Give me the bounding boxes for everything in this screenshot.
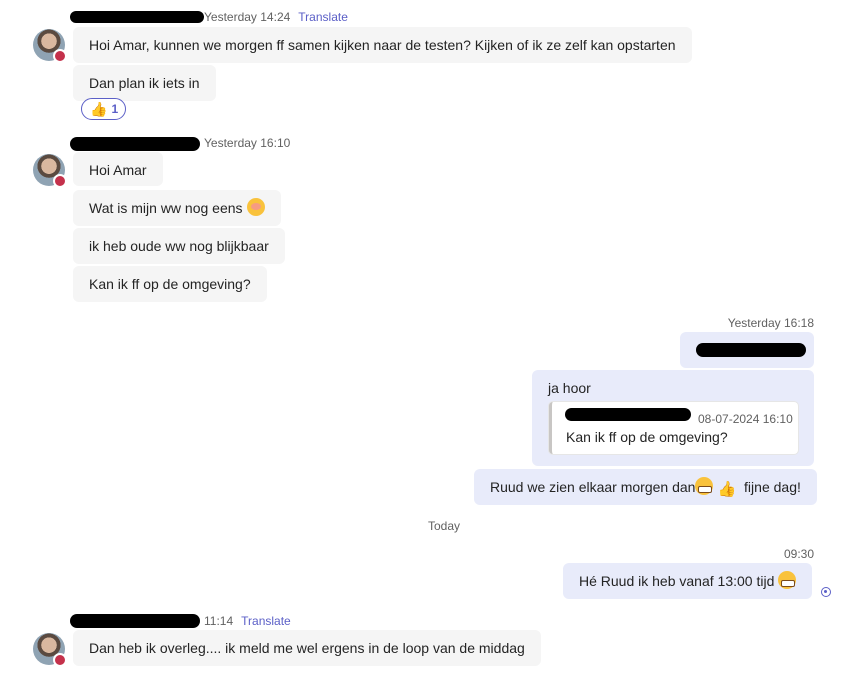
quote-text: Kan ik ff op de omgeving? [566,429,728,445]
thumbs-up-emoji-icon: 👍 [717,481,737,498]
presence-busy-icon [53,49,67,63]
message-bubble[interactable]: Hoi Amar [73,152,163,186]
thumbs-up-icon: 👍 [90,100,108,117]
translate-link[interactable]: Translate [298,10,348,24]
quote-timestamp: 08-07-2024 16:10 [698,412,793,426]
flushed-face-emoji-icon [246,198,265,216]
message-timestamp: Yesterday 16:10 [204,136,291,150]
message-bubble[interactable]: Wat is mijn ww nog eens [73,190,281,226]
message-bubble[interactable]: ik heb oude ww nog blijkbaar [73,228,285,264]
translate-link[interactable]: Translate [241,614,291,628]
grinning-face-emoji-icon [695,477,714,495]
avatar[interactable] [33,154,67,188]
avatar[interactable] [33,633,67,667]
message-timestamp: Yesterday 16:18 [727,316,814,330]
grinning-face-emoji-icon [778,571,797,589]
avatar[interactable] [33,29,67,63]
presence-busy-icon [53,174,67,188]
message-timestamp: 09:30 [783,547,814,561]
message-bubble[interactable]: Kan ik ff op de omgeving? [73,266,267,302]
message-timestamp: 11:14 Translate [204,614,291,628]
quoted-message[interactable]: 08-07-2024 16:10 Kan ik ff op de omgevin… [549,402,798,454]
message-bubble[interactable]: Dan plan ik iets in [73,65,216,101]
redacted-sender-name [70,137,200,151]
seen-receipt-icon [821,587,831,597]
redacted-sender-name [70,11,204,23]
day-divider: Today [428,519,461,533]
redacted-sender-name [70,614,200,628]
reply-text: ja hoor [548,380,591,396]
reply-bubble[interactable]: ja hoor 08-07-2024 16:10 Kan ik ff op de… [532,370,814,466]
reaction-thumbs-up[interactable]: 👍 1 [81,98,126,120]
redacted-quote-author [565,408,691,421]
presence-busy-icon [53,653,67,667]
message-bubble[interactable]: Hoi Amar, kunnen we morgen ff samen kijk… [73,27,692,63]
message-timestamp: Yesterday 14:24 Translate [204,10,348,24]
message-bubble[interactable]: Ruud we zien elkaar morgen dan 👍 fijne da… [474,469,817,505]
message-bubble[interactable]: Hé Ruud ik heb vanaf 13:00 tijd [563,563,813,599]
message-bubble-redacted[interactable] [680,332,814,368]
message-bubble[interactable]: Dan heb ik overleg.... ik meld me wel er… [73,630,541,666]
redacted-message-text [696,343,806,357]
